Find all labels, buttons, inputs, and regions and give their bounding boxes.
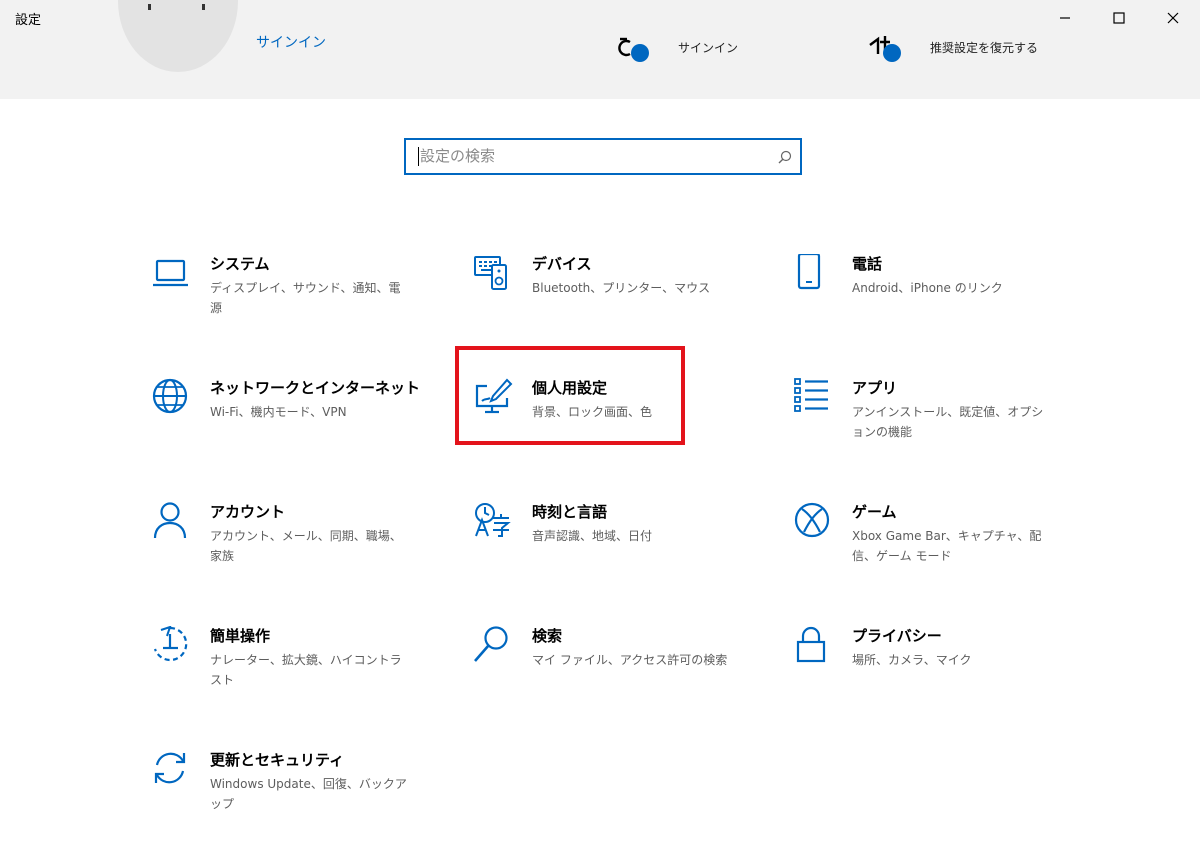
tile-privacy-title: プライバシー: [852, 627, 942, 645]
tile-gaming[interactable]: ゲーム Xbox Game Bar、キャプチャ、配信、ゲーム モード: [794, 502, 1074, 582]
keyboard-speaker-icon: [474, 254, 514, 294]
avatar-mark: [202, 4, 205, 10]
windows-update-icon: [866, 30, 906, 66]
laptop-icon: [152, 254, 192, 294]
tile-ease-of-access-title: 簡単操作: [210, 627, 271, 645]
tile-apps[interactable]: アプリ アンインストール、既定値、オプションの機能: [794, 378, 1074, 458]
tile-phone[interactable]: 電話 Android、iPhone のリンク: [794, 254, 1074, 334]
ease-of-access-icon: [152, 626, 192, 666]
tile-time-language[interactable]: 時刻と言語 音声認識、地域、日付: [474, 502, 754, 582]
tile-system-title: システム: [210, 255, 270, 273]
search-icon: [474, 626, 514, 666]
header-band: サインイン サインイン 推奨設定を復元する: [0, 0, 1200, 99]
tile-privacy-desc: 場所、カメラ、マイク: [852, 653, 972, 667]
tile-update-security[interactable]: 更新とセキュリティ Windows Update、回復、バックアップ: [152, 750, 432, 830]
tile-accounts-desc: アカウント、メール、同期、職場、家族: [210, 529, 402, 563]
tile-devices[interactable]: デバイス Bluetooth、プリンター、マウス: [474, 254, 754, 334]
maximize-icon: [1113, 12, 1125, 24]
tile-phone-title: 電話: [852, 255, 883, 273]
time-language-icon: [474, 502, 514, 542]
tile-network[interactable]: ネットワークとインターネット Wi-Fi、機内モード、VPN: [152, 378, 432, 458]
tile-time-language-desc: 音声認識、地域、日付: [532, 529, 653, 543]
tile-network-desc: Wi-Fi、機内モード、VPN: [210, 405, 347, 419]
tile-update-security-desc: Windows Update、回復、バックアップ: [210, 777, 407, 811]
tile-gaming-desc: Xbox Game Bar、キャプチャ、配信、ゲーム モード: [852, 529, 1042, 563]
minimize-button[interactable]: [1038, 0, 1092, 36]
close-button[interactable]: [1146, 0, 1200, 36]
tile-ease-of-access-desc: ナレーター、拡大鏡、ハイコントラスト: [210, 653, 402, 687]
xbox-icon: [794, 502, 834, 542]
tile-apps-title: アプリ: [852, 379, 898, 397]
lock-icon: [794, 626, 834, 666]
avatar-mark: [148, 4, 151, 10]
tile-system-desc: ディスプレイ、サウンド、通知、電源: [210, 281, 401, 315]
maximize-button[interactable]: [1092, 0, 1146, 36]
tile-accounts-title: アカウント: [210, 503, 286, 521]
tile-time-language-title: 時刻と言語: [532, 503, 608, 521]
onedrive-icon: [614, 30, 654, 66]
phone-icon: [794, 254, 834, 294]
tile-system[interactable]: システム ディスプレイ、サウンド、通知、電源: [152, 254, 432, 334]
tile-search[interactable]: 検索 マイ ファイル、アクセス許可の検索: [474, 626, 754, 706]
tile-apps-desc: アンインストール、既定値、オプションの機能: [852, 405, 1044, 439]
tile-accounts[interactable]: アカウント アカウント、メール、同期、職場、家族: [152, 502, 432, 582]
globe-icon: [152, 378, 192, 418]
tile-search-desc: マイ ファイル、アクセス許可の検索: [532, 653, 728, 667]
window-controls: [1038, 0, 1200, 36]
onedrive-signin-label: サインイン: [678, 41, 739, 55]
tile-devices-desc: Bluetooth、プリンター、マウス: [532, 281, 711, 295]
sync-icon: [152, 750, 192, 790]
tile-privacy[interactable]: プライバシー 場所、カメラ、マイク: [794, 626, 1074, 706]
tile-network-title: ネットワークとインターネット: [210, 379, 421, 397]
account-signin-link[interactable]: サインイン: [256, 32, 326, 52]
text-caret: [418, 147, 419, 166]
minimize-icon: [1060, 17, 1070, 19]
close-icon: [1167, 12, 1179, 24]
highlight-frame: [455, 346, 685, 445]
window-title: 設定: [15, 13, 42, 28]
tile-gaming-title: ゲーム: [852, 503, 897, 521]
settings-search-input[interactable]: [420, 145, 760, 167]
settings-search-box[interactable]: [404, 138, 802, 175]
avatar[interactable]: [118, 0, 238, 72]
tile-ease-of-access[interactable]: 簡単操作 ナレーター、拡大鏡、ハイコントラスト: [152, 626, 432, 706]
person-icon: [152, 502, 192, 542]
tile-devices-title: デバイス: [532, 255, 592, 273]
app-list-icon: [794, 378, 834, 418]
search-glass-icon[interactable]: [778, 149, 792, 168]
tile-phone-desc: Android、iPhone のリンク: [852, 281, 1003, 295]
tile-update-security-title: 更新とセキュリティ: [210, 751, 345, 769]
tile-search-title: 検索: [532, 627, 563, 645]
restore-settings-label: 推奨設定を復元する: [930, 41, 1039, 55]
